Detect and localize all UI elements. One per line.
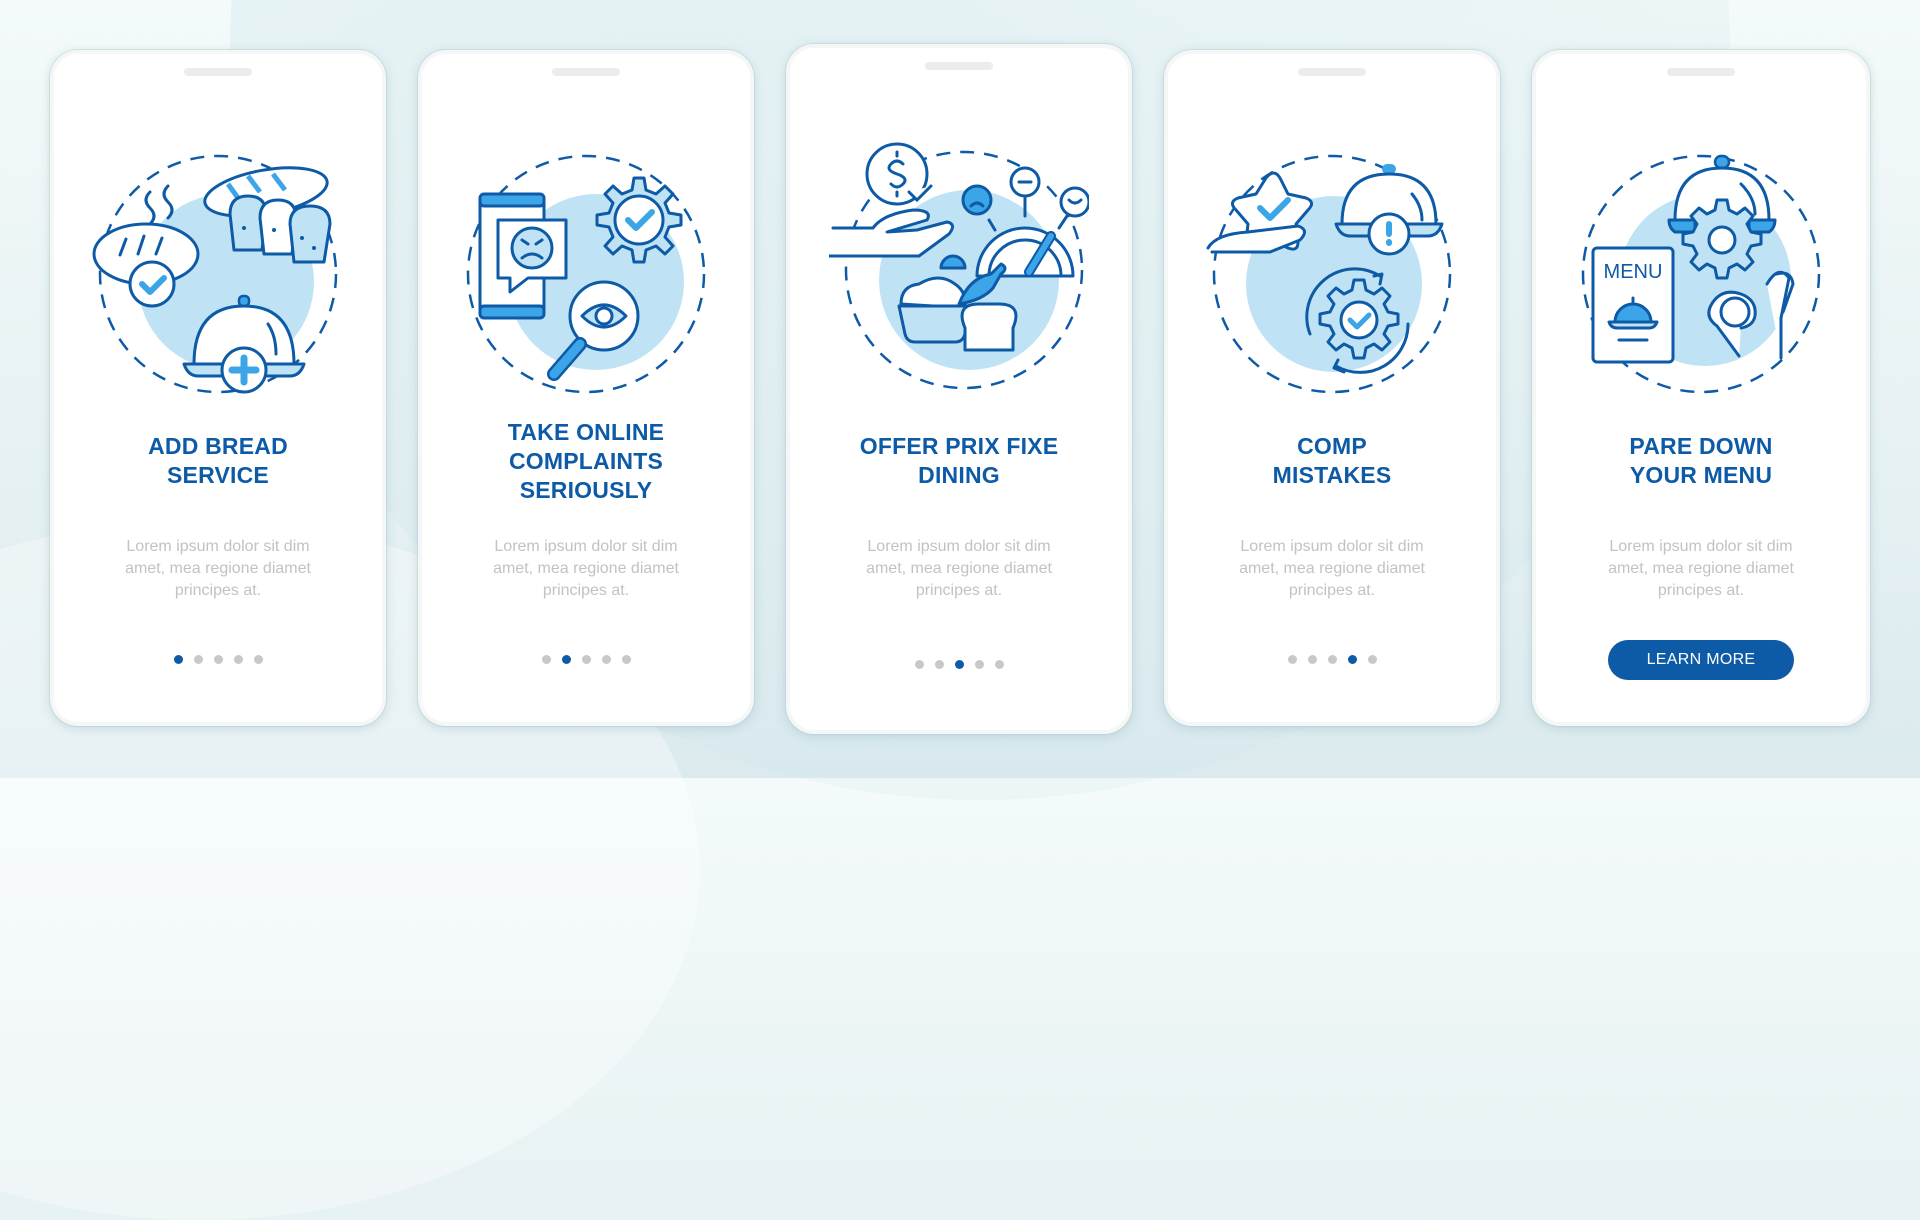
- page-dot-4[interactable]: [974, 660, 984, 669]
- page-dot-1[interactable]: [914, 660, 924, 669]
- page-dot-5[interactable]: [621, 655, 631, 664]
- page-dot-3[interactable]: [213, 655, 223, 664]
- page-dot-3[interactable]: [1327, 655, 1337, 664]
- screen-description: Lorem ipsum dolor sit dim amet, mea regi…: [1239, 538, 1425, 599]
- phone-notch: [1667, 68, 1735, 76]
- pagination-dots: [54, 655, 382, 664]
- learn-more-button[interactable]: LEARN MORE: [1608, 640, 1794, 680]
- phone-notch: [1298, 68, 1366, 76]
- onboarding-screen-online-complaints: TAKE ONLINE COMPLAINTS SERIOUSLY Lorem i…: [418, 50, 754, 726]
- screen-description: Lorem ipsum dolor sit dim amet, mea regi…: [493, 538, 679, 599]
- page-dot-5[interactable]: [1367, 655, 1377, 664]
- page-dot-2[interactable]: [934, 660, 944, 669]
- page-dot-3[interactable]: [581, 655, 591, 664]
- screen-description: Lorem ipsum dolor sit dim amet, mea regi…: [1608, 538, 1794, 599]
- page-dot-4-active[interactable]: [1347, 655, 1357, 664]
- page-dot-1[interactable]: [541, 655, 551, 664]
- pare-down-menu-icon: MENU: [1581, 154, 1821, 394]
- page-dot-4[interactable]: [601, 655, 611, 664]
- screen-title: OFFER PRIX FIXE DINING: [859, 433, 1059, 488]
- screen-description: Lorem ipsum dolor sit dim amet, mea regi…: [866, 538, 1052, 599]
- phone-notch: [552, 68, 620, 76]
- bread-service-icon: [92, 154, 338, 394]
- pagination-dots: [1168, 655, 1496, 664]
- phone-notch: [184, 68, 252, 76]
- onboarding-screen-bread-service: ADD BREAD SERVICE Lorem ipsum dolor sit …: [50, 50, 386, 726]
- screen-description: Lorem ipsum dolor sit dim amet, mea regi…: [125, 538, 311, 599]
- comp-mistakes-icon: [1206, 154, 1452, 394]
- page-dot-2[interactable]: [1307, 655, 1317, 664]
- online-complaints-icon: [466, 154, 706, 394]
- onboarding-screen-comp-mistakes: COMP MISTAKES Lorem ipsum dolor sit dim …: [1164, 50, 1500, 726]
- screen-title: ADD BREAD SERVICE: [148, 433, 288, 488]
- page-dot-1-active[interactable]: [173, 655, 183, 664]
- page-dot-2-active[interactable]: [561, 655, 571, 664]
- prix-fixe-dining-icon: [829, 142, 1089, 390]
- screen-title: COMP MISTAKES: [1272, 433, 1392, 488]
- page-dot-5[interactable]: [994, 660, 1004, 669]
- pagination-dots: [422, 655, 750, 664]
- phone-notch: [925, 62, 993, 70]
- page-dot-5[interactable]: [253, 655, 263, 664]
- menu-label: MENU: [1604, 261, 1663, 283]
- page-dot-3-active[interactable]: [954, 660, 964, 669]
- pagination-dots: [790, 660, 1128, 669]
- page-dot-2[interactable]: [193, 655, 203, 664]
- onboarding-screen-prix-fixe: OFFER PRIX FIXE DINING Lorem ipsum dolor…: [786, 44, 1132, 734]
- screen-title: TAKE ONLINE COMPLAINTS SERIOUSLY: [507, 419, 665, 503]
- screen-title: PARE DOWN YOUR MENU: [1629, 433, 1773, 488]
- page-dot-4[interactable]: [233, 655, 243, 664]
- onboarding-screen-pare-down-menu: MENU PARE DOWN YOUR MENU Lorem ipsum dol…: [1532, 50, 1870, 726]
- page-dot-1[interactable]: [1287, 655, 1297, 664]
